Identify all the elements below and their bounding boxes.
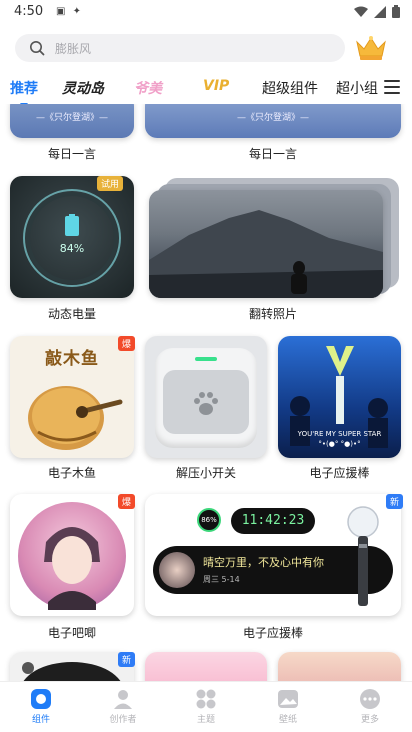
nav-label: 创作者 [109,715,137,725]
paw-icon [194,392,218,415]
wifi-icon [354,6,368,17]
search-input[interactable]: 膨胀风 [15,34,345,62]
theme-icon [196,689,216,709]
mountain-silhouette [149,210,383,298]
widget-card-wooden-fish[interactable]: 敲木鱼 [10,336,134,458]
light-stick-overlay2: °•(●° °●)•° [318,440,361,448]
nav-more[interactable]: 更多 [340,688,400,725]
tab-recommend[interactable]: 推荐 [10,78,38,106]
daily-quote-banner: —《只尔登湖》— [35,113,108,123]
nav-label: 更多 [360,715,379,725]
light-stick-overlay: YOU'RE MY SUPER STAR [297,430,382,438]
tab-vip[interactable]: VIP [203,78,229,94]
battery-ring [23,189,121,287]
widget-card-flip-photo[interactable] [145,176,401,298]
battery-percent: 84% [59,242,85,255]
widget-card-badge-pin[interactable] [10,494,134,616]
nav-label: 壁纸 [278,715,297,725]
switch-indicator [195,357,217,361]
cheer-stick-icon [347,506,379,606]
cheer-battery: 86% [197,508,221,532]
widgets-icon [31,689,51,709]
signal-icon [374,5,386,18]
creator-icon [114,690,132,709]
widget-card-battery[interactable]: 84% [10,176,134,298]
cheer-avatar [159,552,195,588]
widget-caption: 解压小开关 [175,466,236,480]
cheer-message: 晴空万里，不及心中有你 [203,556,324,569]
tab-menu-icon[interactable] [384,80,400,94]
trial-badge: 试用 [97,176,124,191]
status-bar: 4:50 ▣ ✦ [0,0,412,26]
nav-creators[interactable]: 创作者 [93,688,153,725]
notification-icons: ▣ ✦ [56,6,84,17]
more-icon [360,689,380,709]
widget-caption: 每日一言 [47,147,96,161]
widget-caption: 电子应援棒 [309,466,370,480]
nav-label: 组件 [31,715,50,725]
tab-super-small[interactable]: 超小组 [336,78,378,98]
widget-grid: —《只尔登湖》— 每日一言 —《只尔登湖》— 每日一言 84% 试用 动态电量 [0,104,412,681]
widget-card-cheer-stick[interactable]: 86% 11:42:23 晴空万里，不及心中有你 周三 5-14 [145,494,401,616]
pin-avatar [18,502,126,610]
widget-card-gradient[interactable] [278,652,401,681]
widget-card-pink[interactable] [145,652,267,681]
wooden-fish-title: 敲木鱼 [45,349,99,369]
tab-super-widgets[interactable]: 超级组件 [262,78,318,98]
status-time: 4:50 [14,4,44,19]
widget-card-record[interactable] [10,652,134,681]
tab-dynamic-island[interactable]: 灵动岛 [62,78,104,98]
widget-card-daily-quote-wide[interactable]: —《只尔登湖》— [145,104,401,138]
daily-quote-banner: —《只尔登湖》— [236,113,309,123]
widget-caption: 每日一言 [248,147,297,161]
anime-portrait [44,527,100,610]
battery-icon [392,5,400,18]
cheer-clock: 11:42:23 [231,508,315,534]
vip-crown-icon[interactable] [354,34,388,62]
bottom-nav: 组件 创作者 主题 壁纸 更多 [0,681,412,732]
vinyl-icon [22,662,121,681]
tab-beauty[interactable]: 爷美 [134,78,162,98]
widget-caption: 电子应援棒 [242,626,303,640]
widget-caption: 电子木鱼 [47,466,96,480]
search-placeholder: 膨胀风 [55,42,92,56]
wallpaper-icon [278,690,298,708]
hot-badge: 爆 [118,336,136,351]
widget-caption: 电子吧唧 [47,626,96,640]
widget-card-light-stick-photo[interactable]: YOU'RE MY SUPER STAR °•(●° °●)•° [278,336,401,458]
new-badge: 新 [118,652,136,667]
category-tabs: 推荐 灵动岛 爷美 VIP 超级组件 超小组 [0,74,412,106]
nav-wallpapers[interactable]: 壁纸 [258,688,318,725]
cheer-date: 周三 5-14 [203,575,240,584]
nav-themes[interactable]: 主题 [176,688,236,725]
widget-caption: 动态电量 [47,307,96,321]
hot-badge: 爆 [118,494,136,509]
search-icon [30,41,45,56]
flip-photo-image [149,190,383,298]
battery-level-icon [65,214,79,236]
nav-label: 主题 [196,715,215,725]
nav-widgets[interactable]: 组件 [11,688,71,725]
wooden-fish-icon [28,386,123,450]
widget-card-switch[interactable] [145,336,267,458]
widget-caption: 翻转照片 [248,307,297,321]
new-badge: 新 [386,494,404,509]
widget-card-daily-quote[interactable]: —《只尔登湖》— [10,104,134,138]
